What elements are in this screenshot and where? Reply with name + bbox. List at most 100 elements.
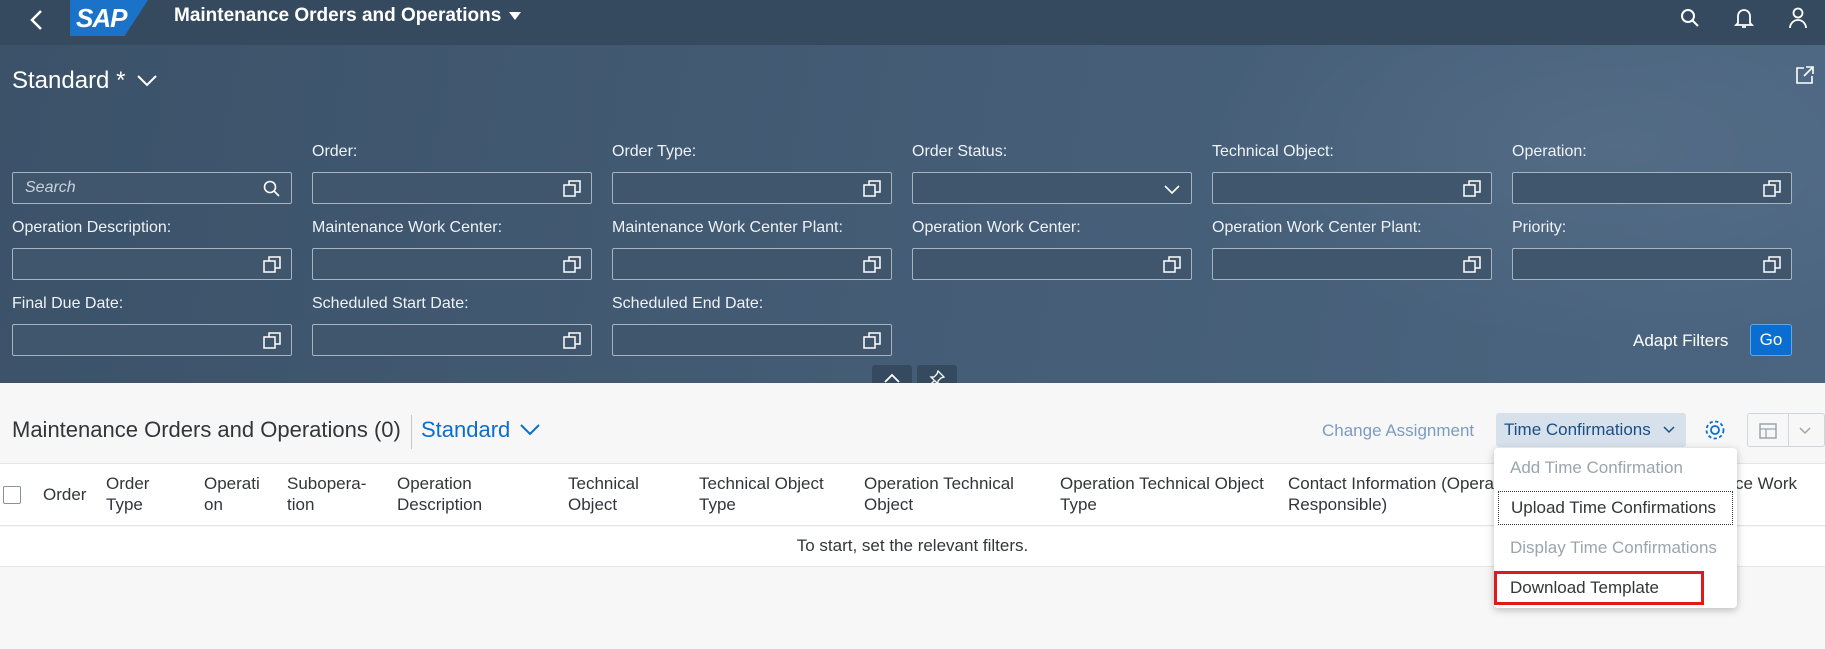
filter-operation-description: Operation Description:: [12, 216, 292, 280]
maintenance-work-center-plant-input[interactable]: [612, 248, 892, 280]
menu-item-display-time-confirmations[interactable]: Display Time Confirmations: [1494, 528, 1737, 568]
final-due-date-input[interactable]: [12, 324, 292, 356]
filter-label: Operation Description:: [12, 219, 172, 236]
export-menu-button[interactable]: [1747, 413, 1825, 447]
filter-label: Scheduled Start Date:: [312, 295, 469, 312]
bell-icon[interactable]: [1717, 0, 1771, 36]
back-icon[interactable]: [22, 5, 52, 35]
filter-order-type: Order Type:: [612, 140, 892, 204]
column-header-technical-object[interactable]: Technical Object: [568, 473, 639, 515]
value-help-icon[interactable]: [863, 256, 881, 274]
menu-item-upload-time-confirmations[interactable]: Upload Time Confirmations: [1498, 491, 1733, 525]
variant-name: Standard *: [12, 67, 126, 94]
filter-label: Maintenance Work Center:: [312, 219, 503, 236]
value-help-icon[interactable]: [1763, 180, 1781, 198]
column-header-operation-description[interactable]: Operation Description: [397, 473, 482, 515]
time-confirmations-label: Time Confirmations: [1504, 420, 1651, 439]
filter-label: Priority:: [1512, 219, 1567, 236]
filter-label: Maintenance Work Center Plant:: [612, 219, 843, 236]
filter-scheduled-end-date: Scheduled End Date:: [612, 292, 892, 356]
chevron-up-icon: [884, 373, 900, 383]
menu-item-add-time-confirmation[interactable]: Add Time Confirmation: [1494, 448, 1737, 488]
value-help-icon[interactable]: [863, 332, 881, 350]
value-help-icon[interactable]: [863, 180, 881, 198]
filter-operation-work-center: Operation Work Center:: [912, 216, 1192, 280]
table-title: Maintenance Orders and Operations (0): [12, 417, 401, 442]
filter-label: Operation Work Center:: [912, 219, 1081, 236]
order-status-select[interactable]: [912, 172, 1192, 204]
value-help-icon[interactable]: [1763, 256, 1781, 274]
value-help-icon[interactable]: [563, 180, 581, 198]
filter-final-due-date: Final Due Date:: [12, 292, 292, 356]
table-variant-selector[interactable]: Standard: [421, 417, 541, 443]
technical-object-input[interactable]: [1212, 172, 1492, 204]
column-header-order[interactable]: Order: [43, 484, 86, 505]
chevron-down-icon[interactable]: [1163, 180, 1181, 198]
priority-input[interactable]: [1512, 248, 1792, 280]
app-title-menu[interactable]: Maintenance Orders and Operations: [174, 5, 522, 27]
export-icon: [1758, 421, 1780, 441]
search-input[interactable]: Search: [12, 172, 292, 204]
filter-label: Order Status:: [912, 143, 1008, 160]
chevron-down-icon: [1798, 414, 1812, 448]
search-placeholder: Search: [25, 179, 76, 196]
go-button[interactable]: Go: [1750, 324, 1792, 356]
column-header-operation[interactable]: Operati on: [204, 473, 260, 515]
operation-input[interactable]: [1512, 172, 1792, 204]
value-help-icon[interactable]: [1163, 256, 1181, 274]
filter-bar: Standard * Search Order: Order Type: Ord…: [0, 45, 1825, 383]
caret-down-icon: [509, 12, 522, 20]
menu-item-download-template[interactable]: Download Template: [1494, 571, 1704, 605]
operation-description-input[interactable]: [12, 248, 292, 280]
maintenance-work-center-input[interactable]: [312, 248, 592, 280]
filter-order: Order:: [312, 140, 592, 204]
filter-label: Scheduled End Date:: [612, 295, 764, 312]
time-confirmations-menu-button[interactable]: Time Confirmations: [1496, 413, 1686, 447]
divider: [411, 415, 412, 449]
chevron-down-icon: [520, 424, 541, 436]
order-input[interactable]: [312, 172, 592, 204]
column-header-order-type[interactable]: Order Type: [106, 473, 149, 515]
filter-technical-object: Technical Object:: [1212, 140, 1492, 204]
share-icon[interactable]: [1795, 65, 1815, 85]
filter-label: Operation Work Center Plant:: [1212, 219, 1422, 236]
column-header-suboperation[interactable]: Subopera-tion: [287, 473, 366, 515]
filter-label: Operation:: [1512, 143, 1587, 160]
scheduled-start-date-input[interactable]: [312, 324, 592, 356]
gear-icon[interactable]: [1703, 418, 1727, 442]
filter-label: Technical Object:: [1212, 143, 1334, 160]
filter-label: Final Due Date:: [12, 295, 124, 312]
adapt-filters-button[interactable]: Adapt Filters: [1633, 331, 1728, 351]
value-help-icon[interactable]: [563, 332, 581, 350]
time-confirmations-menu: Add Time Confirmation Upload Time Confir…: [1494, 448, 1737, 608]
column-header-operation-technical-object-type[interactable]: Operation Technical Object Type: [1060, 473, 1264, 515]
value-help-icon[interactable]: [263, 332, 281, 350]
search-icon[interactable]: [1663, 0, 1717, 36]
column-header-technical-object-type[interactable]: Technical Object Type: [699, 473, 824, 515]
filter-order-status: Order Status:: [912, 140, 1192, 204]
user-icon[interactable]: [1771, 0, 1825, 36]
chevron-down-icon: [1662, 413, 1676, 447]
variant-selector[interactable]: Standard *: [12, 67, 158, 95]
sap-logo[interactable]: SAP: [70, 0, 148, 36]
operation-work-center-plant-input[interactable]: [1212, 248, 1492, 280]
column-header-contact-information[interactable]: Contact Information (Opera Responsible): [1288, 473, 1494, 515]
filter-label: Order Type:: [612, 143, 697, 160]
filter-maintenance-work-center: Maintenance Work Center:: [312, 216, 592, 280]
change-assignment-button[interactable]: Change Assignment: [1322, 421, 1474, 441]
column-header-operation-technical-object[interactable]: Operation Technical Object: [864, 473, 1014, 515]
order-type-input[interactable]: [612, 172, 892, 204]
column-header-maintenance-work-center[interactable]: ce Work: [1735, 473, 1797, 494]
filter-scheduled-start-date: Scheduled Start Date:: [312, 292, 592, 356]
value-help-icon[interactable]: [1463, 256, 1481, 274]
value-help-icon[interactable]: [1463, 180, 1481, 198]
value-help-icon[interactable]: [263, 256, 281, 274]
operation-work-center-input[interactable]: [912, 248, 1192, 280]
chevron-down-icon: [137, 75, 158, 87]
search-icon[interactable]: [263, 180, 281, 198]
filter-search: Search: [12, 172, 292, 204]
value-help-icon[interactable]: [563, 256, 581, 274]
scheduled-end-date-input[interactable]: [612, 324, 892, 356]
select-all-checkbox[interactable]: [3, 486, 21, 504]
filter-operation-work-center-plant: Operation Work Center Plant:: [1212, 216, 1492, 280]
